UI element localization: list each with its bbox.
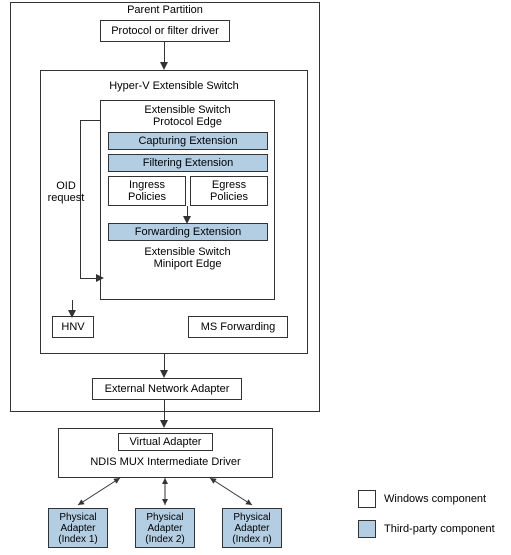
physical-adapter-n-label: Physical Adapter (Index n) (232, 512, 271, 545)
virtual-adapter-box: Virtual Adapter (118, 433, 213, 451)
protocol-driver-label: Protocol or filter driver (111, 25, 219, 37)
physical-adapter-n: Physical Adapter (Index n) (222, 508, 282, 548)
egress-policies-label: Egress Policies (210, 179, 248, 203)
forwarding-extension-label: Forwarding Extension (135, 226, 241, 238)
filtering-extension-label: Filtering Extension (143, 157, 234, 169)
arrowhead-switch-to-ext (160, 370, 168, 378)
capturing-extension-box: Capturing Extension (108, 132, 268, 150)
oid-line-top-h (80, 120, 100, 121)
physical-adapter-1: Physical Adapter (Index 1) (48, 508, 108, 548)
virtual-adapter-label: Virtual Adapter (130, 436, 202, 448)
ingress-policies-label: Ingress Policies (128, 179, 166, 203)
arrowhead-ext-to-mux (160, 420, 168, 428)
physical-adapter-1-label: Physical Adapter (Index 1) (58, 512, 97, 545)
parent-partition-title: Parent Partition (10, 4, 320, 16)
protocol-edge-label: Extensible Switch Protocol Edge (100, 104, 275, 128)
filtering-extension-box: Filtering Extension (108, 154, 268, 172)
mux-title: NDIS MUX Intermediate Driver (58, 456, 273, 468)
physical-adapter-2-label: Physical Adapter (Index 2) (145, 512, 184, 545)
physical-adapter-2: Physical Adapter (Index 2) (135, 508, 195, 548)
ms-forwarding-label: MS Forwarding (201, 321, 276, 333)
hnv-label: HNV (61, 321, 84, 333)
hyperv-switch-title: Hyper-V Extensible Switch (40, 80, 308, 92)
egress-policies-box: Egress Policies (190, 176, 268, 206)
legend-swatch-thirdparty (358, 520, 376, 538)
oid-arrowhead (96, 274, 104, 282)
legend-thirdparty-label: Third-party component (384, 523, 495, 535)
protocol-driver-box: Protocol or filter driver (100, 20, 230, 42)
arrowhead-policies-to-fwd (183, 216, 191, 224)
oid-request-label: OID request (46, 180, 86, 204)
arrowhead-stack-to-hnv (68, 310, 76, 318)
arrowhead-protocol-to-switch (160, 62, 168, 70)
external-adapter-box: External Network Adapter (92, 378, 242, 400)
forwarding-extension-box: Forwarding Extension (108, 223, 268, 241)
ingress-policies-box: Ingress Policies (108, 176, 186, 206)
miniport-edge-label: Extensible Switch Miniport Edge (100, 246, 275, 270)
legend-windows-label: Windows component (384, 493, 486, 505)
external-adapter-label: External Network Adapter (105, 383, 230, 395)
arrow-protocol-to-switch (164, 42, 165, 64)
ms-forwarding-box: MS Forwarding (188, 316, 288, 338)
legend-swatch-windows (358, 490, 376, 508)
arrow-ext-to-mux (164, 400, 165, 422)
hnv-box: HNV (52, 316, 94, 338)
capturing-extension-label: Capturing Extension (138, 135, 237, 147)
